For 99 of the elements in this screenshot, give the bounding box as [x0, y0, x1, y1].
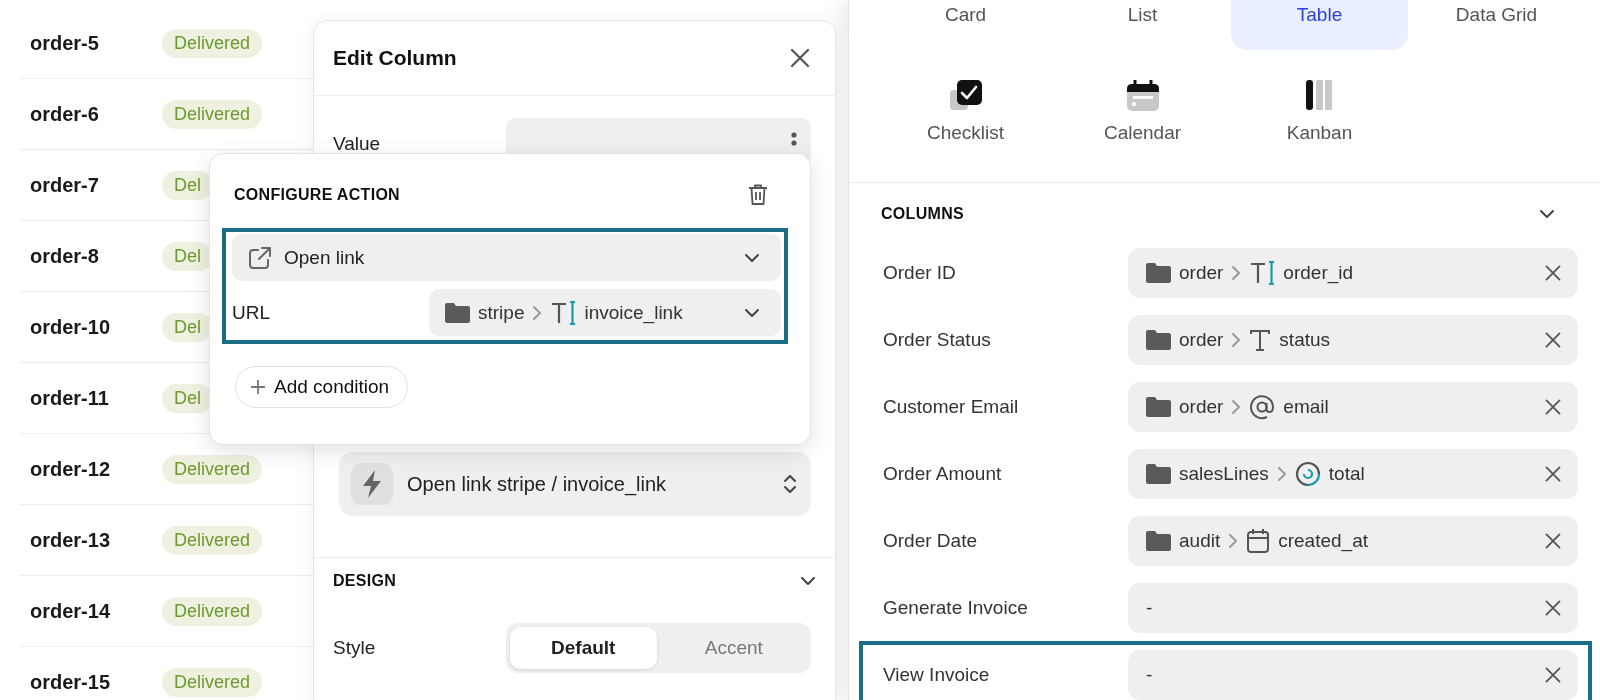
field-name: total	[1328, 462, 1365, 485]
kanban-icon	[1304, 78, 1335, 112]
source-name: salesLines	[1179, 462, 1269, 485]
field-label: URL	[232, 301, 271, 324]
column-value-field[interactable]: salesLines total	[1128, 448, 1578, 499]
order-id: order-10	[29, 315, 112, 339]
column-value-field[interactable]: order order_id	[1128, 247, 1578, 298]
status-badge: Delivered	[162, 454, 263, 484]
add-condition-button[interactable]: Add condition	[235, 366, 409, 408]
chevron-right-icon	[1276, 465, 1287, 482]
calendar-icon	[1246, 527, 1271, 554]
calendar-icon	[1125, 78, 1160, 112]
folder-icon	[1146, 463, 1171, 484]
field-label: Style	[333, 637, 377, 659]
remove-icon[interactable]	[1544, 330, 1562, 349]
view-tab[interactable]: Card	[877, 0, 1054, 50]
source-name: audit	[1179, 529, 1221, 552]
order-id: order-15	[29, 670, 112, 694]
order-id: order-5	[29, 31, 100, 55]
column-label: Generate Invoice	[883, 596, 1029, 619]
empty-value: -	[1146, 663, 1153, 686]
remove-icon[interactable]	[1544, 531, 1562, 550]
status-badge: Delivered	[162, 525, 263, 555]
source-name: order	[1179, 328, 1224, 351]
remove-icon[interactable]	[1544, 464, 1562, 483]
action-text: Open link stripe / invoice_link	[407, 472, 666, 496]
remove-icon[interactable]	[1544, 263, 1562, 282]
text-icon	[1249, 327, 1272, 352]
folder-icon	[1146, 530, 1171, 551]
column-label: View Invoice	[883, 663, 991, 686]
field-name: created_at	[1278, 529, 1368, 552]
folder-icon	[1146, 396, 1171, 417]
spiral-icon	[1294, 460, 1321, 487]
view-tab[interactable]: Data Grid	[1408, 0, 1585, 50]
trash-icon[interactable]	[748, 184, 768, 206]
checkbox-icon	[948, 78, 983, 112]
up-down-icon	[783, 474, 797, 494]
url-select[interactable]: stripe invoice_link	[429, 289, 781, 336]
view-tab[interactable]: List	[1054, 0, 1231, 50]
source-name: order	[1179, 395, 1224, 418]
view-option[interactable]: Calendar	[1054, 50, 1231, 162]
remove-icon[interactable]	[1544, 598, 1562, 617]
field-name: order_id	[1283, 261, 1354, 284]
column-value-field[interactable]: order status	[1128, 314, 1578, 365]
column-value-field[interactable]: order email	[1128, 381, 1578, 432]
order-id: order-8	[29, 244, 100, 268]
empty-value: -	[1146, 596, 1153, 619]
folder-icon	[1146, 329, 1171, 350]
text-field-icon	[550, 299, 577, 326]
folder-icon	[445, 302, 470, 323]
style-option[interactable]: Accent	[660, 627, 807, 669]
order-id: order-14	[29, 599, 112, 623]
action-type-select[interactable]: Open link	[232, 234, 781, 281]
source-name: stripe	[478, 301, 525, 324]
column-value-field[interactable]: -	[1128, 582, 1578, 633]
field-name: status	[1279, 328, 1331, 351]
status-badge: Delivered	[162, 596, 263, 626]
view-option[interactable]: Kanban	[1231, 50, 1408, 162]
status-badge: Delivered	[162, 28, 263, 58]
plus-icon	[250, 379, 266, 395]
column-value-field[interactable]: audit created_at	[1128, 515, 1578, 566]
chevron-right-icon	[1231, 264, 1242, 281]
section-title: DESIGN	[333, 572, 397, 590]
remove-icon[interactable]	[1544, 665, 1562, 684]
text-field-icon	[1249, 259, 1276, 286]
action-select[interactable]: Open link stripe / invoice_link	[339, 452, 811, 516]
style-option[interactable]: Default	[510, 627, 657, 669]
column-label: Order Date	[883, 529, 978, 552]
order-id: order-11	[29, 386, 110, 410]
chevron-right-icon	[532, 304, 543, 321]
column-label: Order Amount	[883, 462, 1003, 485]
field-name: email	[1283, 395, 1329, 418]
popover-title: CONFIGURE ACTION	[234, 186, 400, 204]
section-title: COLUMNS	[881, 205, 964, 223]
source-name: order	[1179, 261, 1224, 284]
order-id: order-13	[29, 528, 112, 552]
column-label: Customer Email	[883, 395, 1020, 418]
field-label: Value	[333, 133, 382, 155]
status-badge: Delivered	[162, 667, 263, 697]
at-sign-icon	[1249, 393, 1276, 420]
close-icon[interactable]	[789, 47, 811, 69]
lightning-icon	[362, 470, 382, 498]
panel-title: Edit Column	[333, 46, 457, 70]
folder-icon	[1146, 262, 1171, 283]
order-id: order-12	[29, 457, 112, 481]
external-link-icon	[248, 245, 272, 270]
order-id: order-7	[29, 173, 100, 197]
view-option[interactable]: Checklist	[877, 50, 1054, 162]
remove-icon[interactable]	[1544, 397, 1562, 416]
chevron-right-icon	[1228, 532, 1239, 549]
view-tab[interactable]: Table	[1231, 0, 1408, 50]
field-name: invoice_link	[584, 301, 683, 324]
status-badge: Delivered	[162, 99, 263, 129]
column-label: Order Status	[883, 328, 992, 351]
column-label: Order ID	[883, 261, 957, 284]
column-value-field[interactable]: -	[1128, 649, 1578, 700]
chevron-right-icon	[1231, 331, 1242, 348]
chevron-right-icon	[1231, 398, 1242, 415]
order-id: order-6	[29, 102, 100, 126]
